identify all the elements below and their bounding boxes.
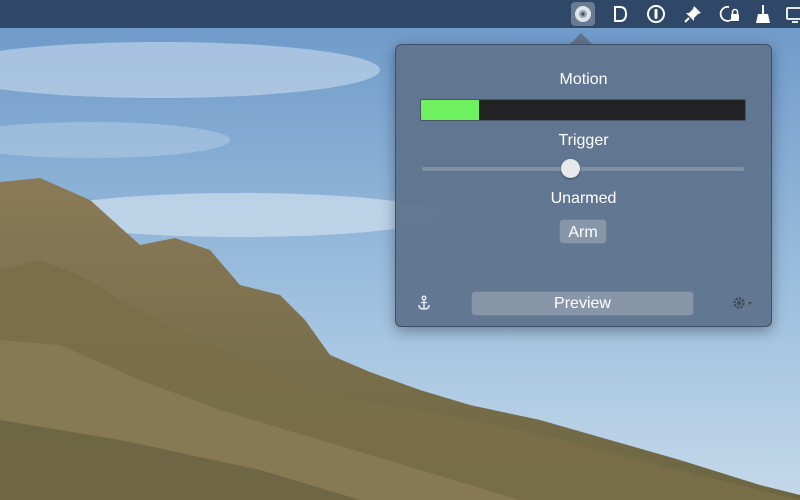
trigger-label: Trigger <box>558 132 609 149</box>
trigger-slider-thumb[interactable] <box>561 159 581 178</box>
pin-icon[interactable] <box>681 2 705 26</box>
motion-meter <box>420 99 746 121</box>
arm-button[interactable]: Arm <box>559 219 607 244</box>
motion-popover: Motion Trigger Unarmed Arm Preview <box>395 44 772 327</box>
app-eye-icon[interactable] <box>571 2 595 26</box>
gear-icon[interactable] <box>730 295 754 311</box>
preview-button[interactable]: Preview <box>471 291 694 316</box>
motion-label: Motion <box>559 71 608 88</box>
d-letter-icon[interactable] <box>608 2 632 26</box>
clock-lock-icon[interactable] <box>718 2 742 26</box>
display-icon[interactable] <box>783 2 800 26</box>
menu-bar <box>0 0 800 28</box>
motion-level-fill <box>421 100 480 120</box>
power-circle-icon[interactable] <box>644 2 668 26</box>
broom-icon[interactable] <box>751 2 775 26</box>
anchor-icon[interactable] <box>416 295 432 311</box>
status-label: Unarmed <box>550 190 617 207</box>
trigger-slider-track[interactable] <box>422 167 744 171</box>
